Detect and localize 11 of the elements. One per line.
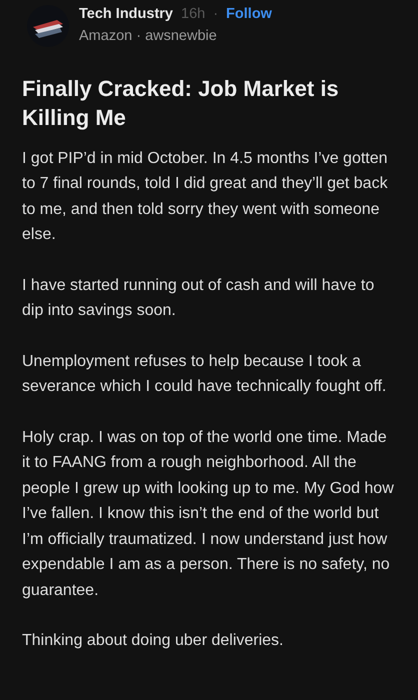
follow-button[interactable]: Follow — [226, 4, 272, 26]
post-paragraph: Holy crap. I was on top of the world one time. Made it to FAANG from a rough neighborhood. All the people I grew up with looking up to me. My God how I’ve fallen. I know this isn’t the end of the world but I’m officially traumatized. I now understand just how expendable I am as a person. There is no safety, no guarantee. — [22, 428, 395, 600]
post-time: 16h — [181, 5, 206, 24]
post-paragraph: I got PIP’d in mid October. In 4.5 months I’ve gotten to 7 final rounds, told I did great and they’ll get back to me, and then told sorry they went with someone else. — [22, 148, 389, 245]
post-title: Finally Cracked: Job Market is Killing Me — [22, 74, 340, 132]
post-paragraph: Thinking about doing uber deliveries. — [22, 631, 284, 651]
post-paragraph: I have started running out of cash and will have to dip into savings soon. — [22, 276, 376, 321]
channel-name: Tech Industry — [79, 5, 173, 24]
post-paragraph: Unemployment refuses to help because I took a severance which I could have technically fought off. — [22, 352, 388, 397]
author-info: Amazon · awsnewbie — [79, 26, 218, 46]
separator-dot: · — [213, 5, 218, 24]
